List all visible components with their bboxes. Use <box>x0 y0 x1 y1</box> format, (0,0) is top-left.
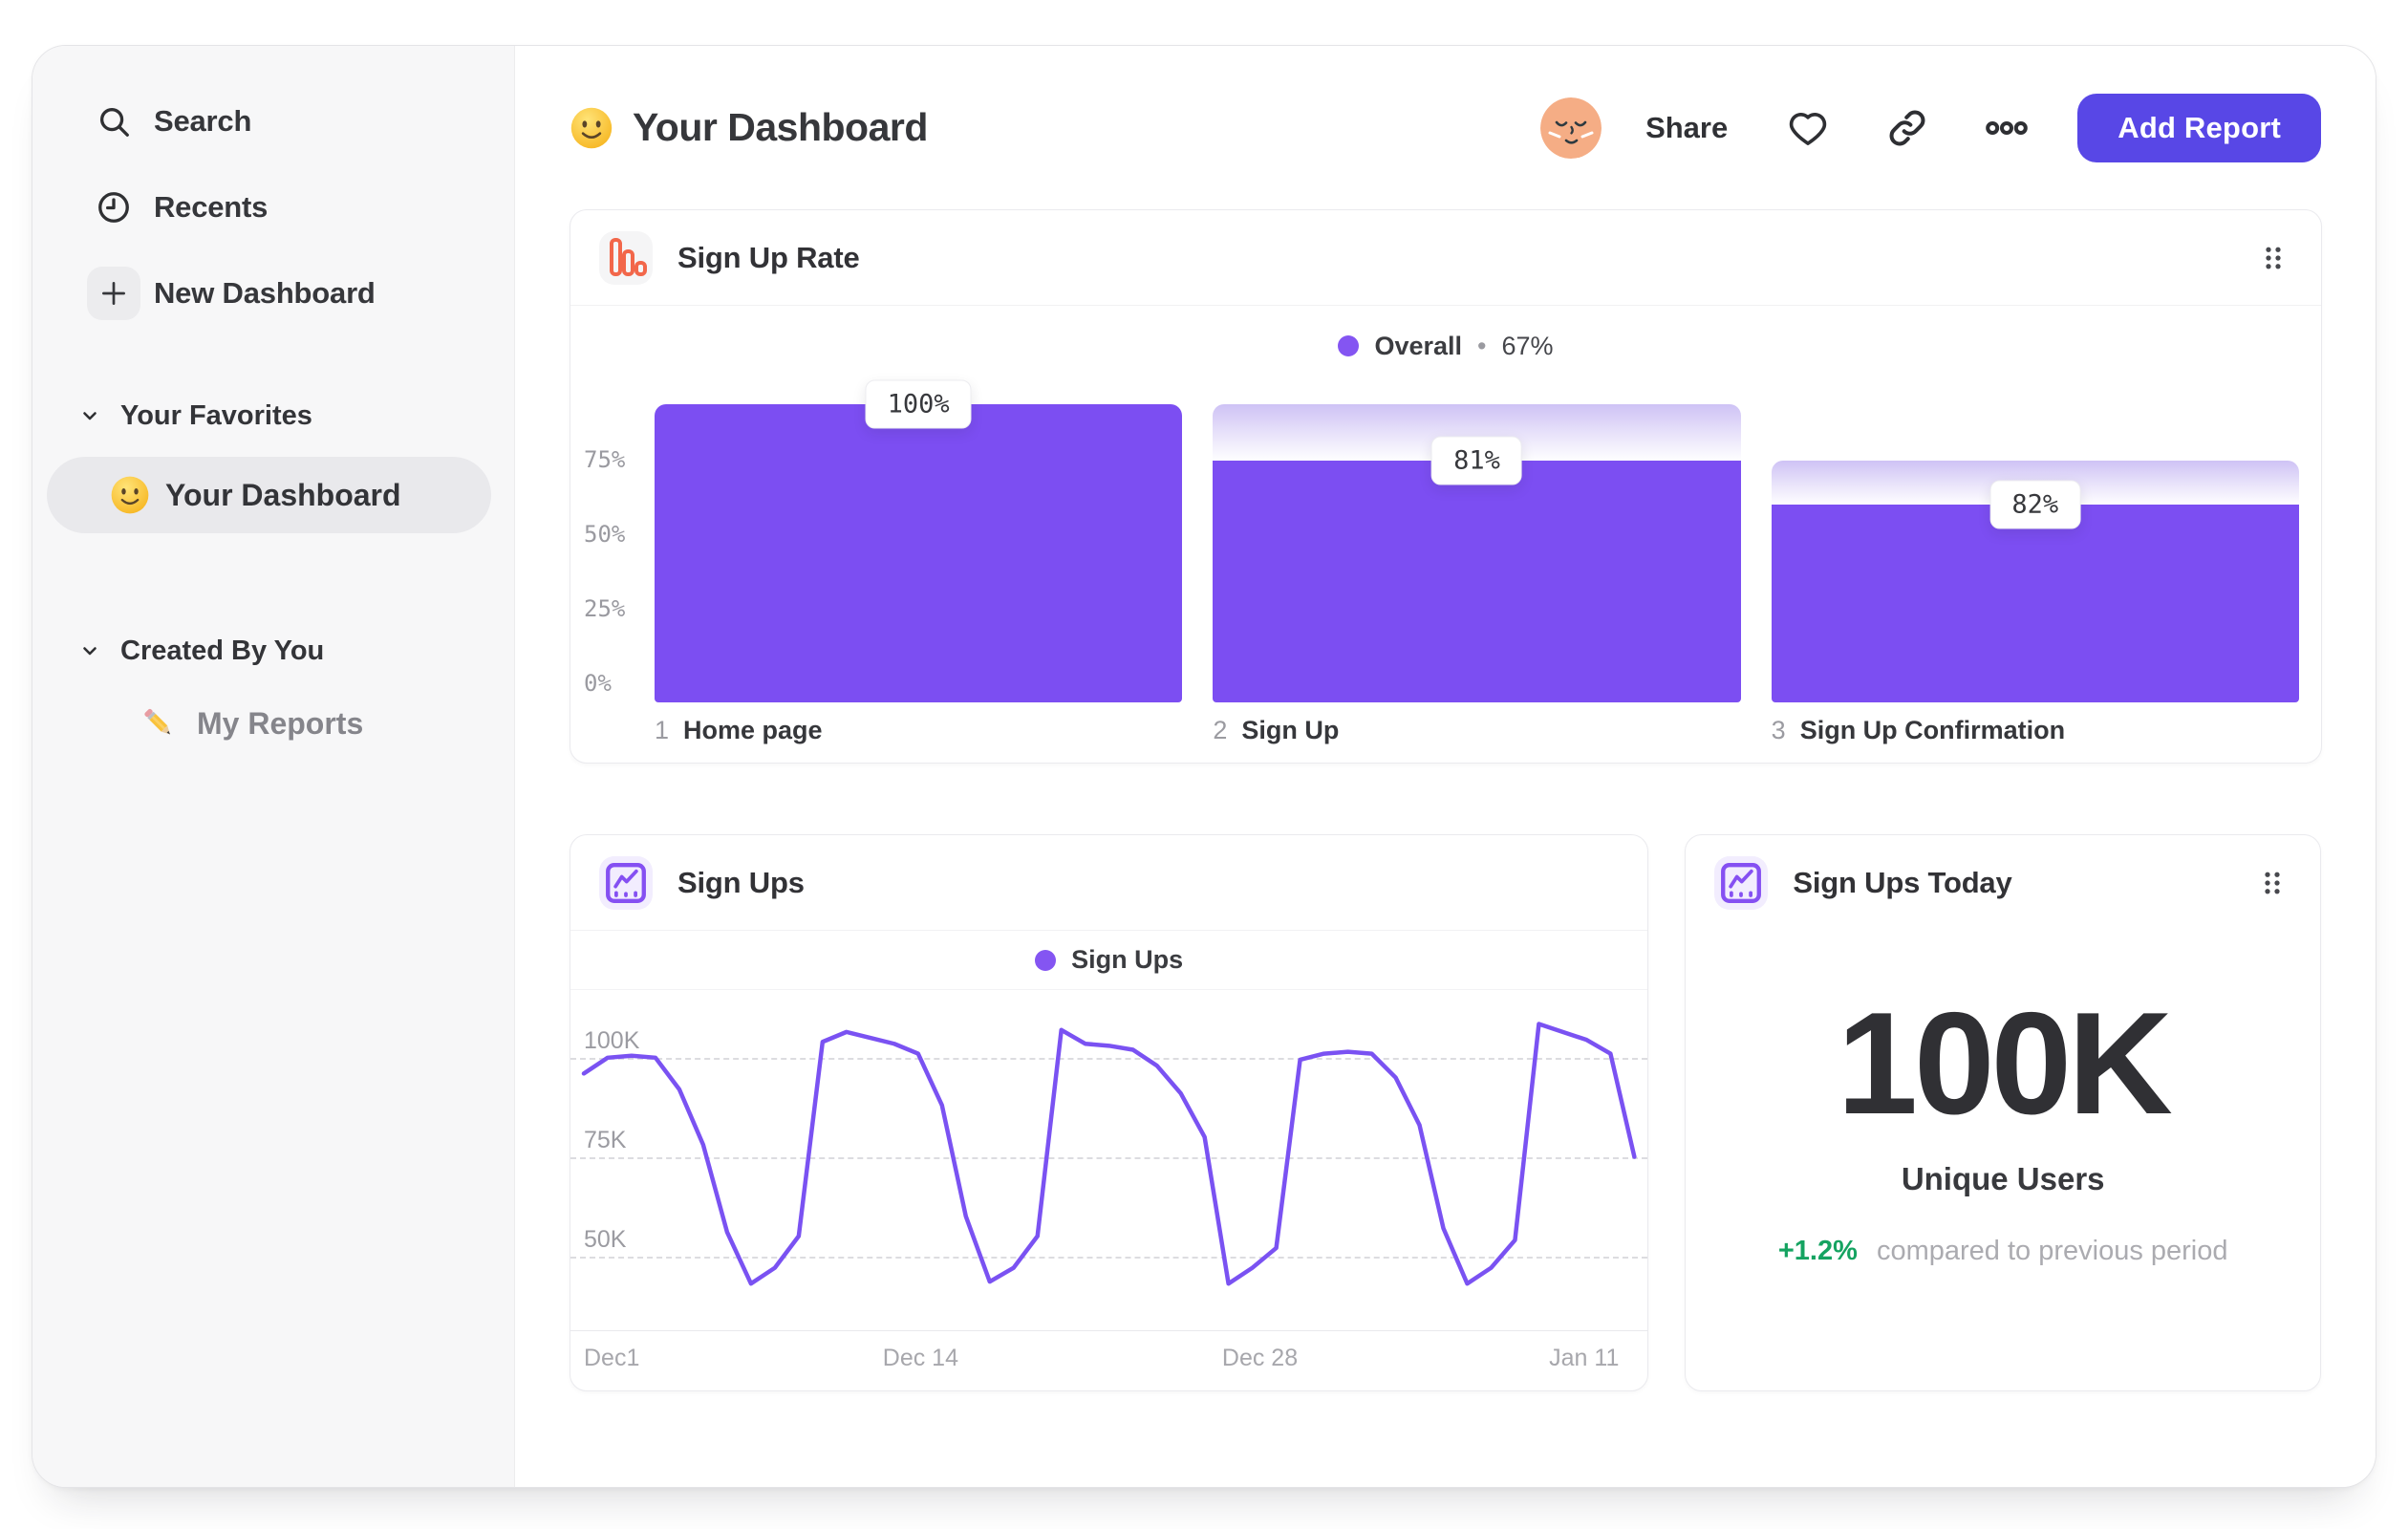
sidebar-section-your-favorites[interactable]: Your Favorites <box>32 390 514 441</box>
funnel-bar-sign-up: 81% <box>1213 404 1741 702</box>
favorite-heart-icon[interactable] <box>1783 103 1833 153</box>
card-title: Sign Up Rate <box>677 240 860 274</box>
smiley-emoji-icon <box>110 475 150 515</box>
y-axis-tick: 25% <box>584 595 626 622</box>
section-label: Created By You <box>120 635 325 666</box>
sidebar-item-label: Your Dashboard <box>165 477 401 512</box>
legend-label: Sign Ups <box>1071 945 1184 974</box>
legend-dot <box>1338 335 1360 356</box>
funnel-step-label: 2 Sign Up <box>1213 716 1340 744</box>
kpi-delta: +1.2% compared to previous period <box>1686 1236 2320 1267</box>
legend-separator: • <box>1477 331 1487 360</box>
funnel-bar-home-page: 100% <box>655 379 1183 702</box>
x-axis-tick: Jan 11 <box>1549 1345 1620 1371</box>
sidebar-item-label: Recents <box>154 190 269 224</box>
dashboard-header: Your Dashboard Share Add Report <box>515 46 2376 209</box>
smiley-emoji-icon <box>570 106 613 150</box>
y-axis-tick: 75% <box>584 446 626 473</box>
funnel-bar-converted <box>1213 461 1741 702</box>
delta-caption: compared to previous period <box>1876 1236 2228 1266</box>
funnel-step-label: 3 Sign Up Confirmation <box>1771 716 2066 744</box>
sidebar-item-my-reports[interactable]: My Reports <box>32 682 514 764</box>
line-plot: 100K 75K 50K <box>570 990 1648 1331</box>
delta-value: +1.2% <box>1777 1236 1858 1266</box>
recents-icon <box>87 181 140 234</box>
card-sign-up-rate: Sign Up Rate Overall • 67% 75% 50% 25% 0… <box>570 209 2322 764</box>
line-legend[interactable]: Sign Ups <box>570 931 1648 990</box>
sidebar-item-label: My Reports <box>197 705 364 741</box>
x-axis-tick: Dec 14 <box>882 1345 958 1371</box>
chevron-down-icon <box>78 404 101 427</box>
card-sign-ups: Sign Ups Sign Ups 100K 75K 50K Dec1 Dec … <box>570 834 1649 1391</box>
sidebar-section-created-by-you[interactable]: Created By You <box>32 625 514 677</box>
line-chart-icon <box>599 855 653 910</box>
legend-value: 67% <box>1501 331 1554 360</box>
card-sign-ups-today: Sign Ups Today 100K Unique Users +1.2% c… <box>1685 834 2321 1391</box>
card-title: Sign Ups <box>677 865 805 899</box>
line-chart-icon <box>1714 856 1769 910</box>
section-label: Your Favorites <box>120 399 312 431</box>
y-axis-tick: 0% <box>584 670 612 697</box>
conversion-badge: 81% <box>1431 436 1522 485</box>
funnel-bar[interactable] <box>655 404 1183 702</box>
app-window: Search Recents New Dashboard Your Favori… <box>32 45 2376 1488</box>
sidebar-item-new-dashboard[interactable]: New Dashboard <box>32 250 514 336</box>
funnel-step-label: 1 Home page <box>655 716 823 744</box>
y-axis-tick: 50% <box>584 521 626 548</box>
avatar[interactable] <box>1540 97 1602 159</box>
sidebar-item-label: New Dashboard <box>154 276 376 310</box>
copy-link-icon[interactable] <box>1882 103 1932 153</box>
add-report-button[interactable]: Add Report <box>2077 93 2321 162</box>
funnel-bar-converted <box>655 404 1183 702</box>
kpi-value: 100K <box>1837 982 2173 1145</box>
page-title: Your Dashboard <box>633 105 928 149</box>
conversion-badge: 100% <box>865 379 972 429</box>
sidebar-item-your-dashboard[interactable]: Your Dashboard <box>47 457 491 533</box>
funnel-bar-sign-up-confirmation: 82% <box>1771 404 2299 702</box>
drag-handle-icon[interactable] <box>2253 864 2291 902</box>
x-axis: Dec1 Dec 14 Dec 28 Jan 11 <box>570 1339 1647 1383</box>
funnel-plot: 75% 50% 25% 0% 100% 81% 82% <box>584 379 2299 702</box>
x-axis-tick: Dec 28 <box>1221 1345 1299 1371</box>
drag-handle-icon[interactable] <box>2254 239 2292 277</box>
share-button[interactable]: Share <box>1645 111 1728 145</box>
pencil-emoji-icon <box>138 702 180 744</box>
card-title: Sign Ups Today <box>1793 866 2012 899</box>
sidebar-item-recents[interactable]: Recents <box>32 164 514 250</box>
sidebar-item-label: Search <box>154 104 252 138</box>
x-axis-tick: Dec1 <box>584 1345 640 1371</box>
funnel-legend[interactable]: Overall • 67% <box>570 306 2321 386</box>
kpi-caption: Unique Users <box>1901 1161 2105 1196</box>
search-icon <box>87 95 140 148</box>
chevron-down-icon <box>78 639 101 662</box>
plus-icon <box>87 267 140 320</box>
signups-line-series[interactable] <box>570 990 1647 1330</box>
funnel-chart-icon <box>599 230 653 285</box>
sidebar: Search Recents New Dashboard Your Favori… <box>32 46 515 1487</box>
legend-dot <box>1035 949 1057 971</box>
conversion-badge: 82% <box>1989 480 2081 529</box>
sidebar-item-search[interactable]: Search <box>32 78 514 164</box>
more-options-icon[interactable] <box>1982 103 2032 153</box>
legend-label: Overall <box>1374 331 1463 360</box>
funnel-bar-converted <box>1771 504 2299 702</box>
